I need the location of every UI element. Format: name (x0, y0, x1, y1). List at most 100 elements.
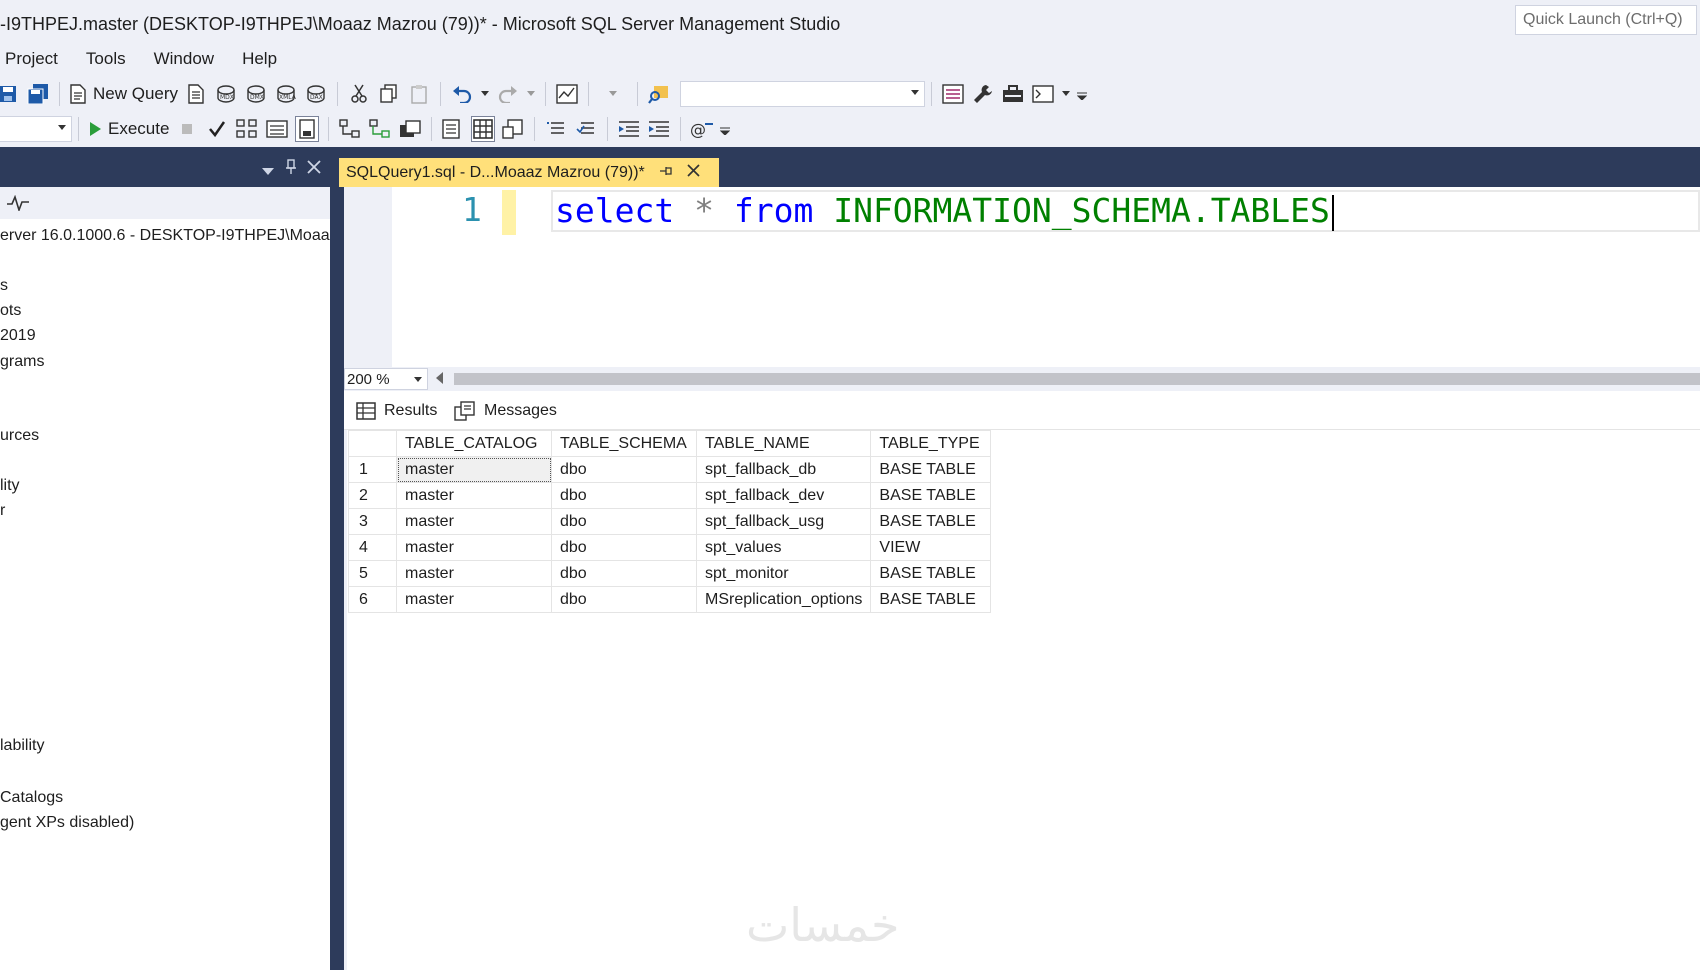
xmla-query-icon[interactable]: XMLA (274, 81, 298, 107)
menu-window[interactable]: Window (140, 49, 228, 69)
grid-cell[interactable]: MSreplication_options (695, 586, 872, 613)
toolbox-icon[interactable] (1001, 81, 1025, 107)
horizontal-scrollbar[interactable] (454, 373, 1700, 385)
column-header[interactable]: TABLE_CATALOG (396, 430, 552, 457)
increase-indent-icon[interactable] (647, 116, 671, 142)
copy-icon[interactable] (377, 81, 401, 107)
dax-query-icon[interactable]: DAX (304, 81, 328, 107)
grid-cell[interactable]: master (396, 534, 552, 561)
row-header-corner[interactable] (348, 430, 397, 457)
mdx-query-icon[interactable]: MDX (214, 81, 238, 107)
tab-sqlquery1[interactable]: SQLQuery1.sql - D...Moaaz Mazrou (79))* (339, 158, 719, 187)
menu-tools[interactable]: Tools (72, 49, 140, 69)
table-row[interactable]: 1 master dbo spt_fallback_db BASE TABLE (348, 456, 992, 483)
menu-project[interactable]: Project (0, 49, 72, 69)
grid-cell[interactable]: dbo (551, 534, 697, 561)
column-header[interactable]: TABLE_SCHEMA (551, 430, 697, 457)
tree-item[interactable]: s (0, 277, 8, 295)
undo-dropdown-icon[interactable] (480, 81, 490, 107)
row-number[interactable]: 1 (348, 456, 397, 483)
cut-icon[interactable] (347, 81, 371, 107)
close-tab-icon[interactable] (687, 163, 700, 182)
results-file-icon[interactable] (501, 116, 525, 142)
specify-values-icon[interactable]: @ (690, 116, 714, 142)
dmx-query-icon[interactable]: DMX (244, 81, 268, 107)
tree-item[interactable]: lability (0, 737, 44, 755)
menu-help[interactable]: Help (228, 49, 291, 69)
pin-icon[interactable] (285, 159, 297, 180)
scroll-left-icon[interactable] (436, 372, 443, 384)
grid-cell[interactable]: BASE TABLE (870, 456, 992, 483)
panel-dropdown-icon[interactable] (262, 163, 274, 181)
server-node[interactable]: erver 16.0.1000.6 - DESKTOP-I9THPEJ\Moaa (0, 227, 330, 245)
row-number[interactable]: 5 (348, 560, 397, 587)
table-row[interactable]: 6 master dbo MSreplication_options BASE … (348, 586, 992, 613)
row-number[interactable]: 2 (348, 482, 397, 509)
grid-cell[interactable]: dbo (551, 508, 697, 535)
grid-cell[interactable]: master (396, 456, 552, 483)
find-icon[interactable] (647, 81, 671, 107)
activity-monitor-icon[interactable] (6, 194, 30, 216)
query-options-icon[interactable] (265, 116, 289, 142)
paste-icon[interactable] (407, 81, 431, 107)
quick-launch-input[interactable] (1516, 6, 1696, 34)
redo-icon[interactable] (496, 81, 520, 107)
code-line[interactable]: select * from INFORMATION_SCHEMA.TABLES (555, 190, 1334, 232)
grid-cell[interactable]: BASE TABLE (870, 560, 992, 587)
activity-monitor-icon[interactable] (555, 81, 579, 107)
grid-cell[interactable]: spt_fallback_db (695, 456, 872, 483)
new-query-button[interactable]: New Query (69, 81, 178, 107)
grid-cell[interactable]: master (396, 586, 552, 613)
tree-item[interactable]: Catalogs (0, 789, 63, 807)
tree-item[interactable]: r (0, 502, 5, 520)
table-row[interactable]: 4 master dbo spt_values VIEW (348, 534, 992, 561)
client-stats-icon[interactable] (398, 116, 422, 142)
grid-cell[interactable]: spt_values (695, 534, 872, 561)
grid-cell[interactable]: dbo (551, 560, 697, 587)
grid-cell[interactable]: BASE TABLE (870, 586, 992, 613)
pin-tab-icon[interactable] (659, 164, 673, 182)
table-row[interactable]: 2 master dbo spt_fallback_dev BASE TABLE (348, 482, 992, 509)
grid-cell[interactable]: dbo (551, 586, 697, 613)
database-engine-query-icon[interactable] (184, 81, 208, 107)
tab-messages[interactable]: Messages (454, 397, 557, 425)
tree-item[interactable]: gent XPs disabled) (0, 814, 134, 832)
grid-cell[interactable]: dbo (551, 456, 697, 483)
table-row[interactable]: 3 master dbo spt_fallback_usg BASE TABLE (348, 508, 992, 535)
wrench-icon[interactable] (971, 81, 995, 107)
uncomment-icon[interactable] (574, 116, 598, 142)
toolbar-overflow-icon[interactable] (1077, 81, 1088, 107)
toolbar-overflow-icon[interactable] (720, 116, 731, 142)
quick-launch-box[interactable] (1515, 5, 1697, 35)
estimated-plan-icon[interactable] (235, 116, 259, 142)
grid-cell[interactable]: spt_monitor (695, 560, 872, 587)
grid-cell[interactable]: BASE TABLE (870, 508, 992, 535)
panel-splitter[interactable] (330, 147, 344, 970)
tree-item[interactable]: 2019 (0, 327, 36, 345)
row-number[interactable]: 3 (348, 508, 397, 535)
actual-plan-icon[interactable] (338, 116, 362, 142)
stop-icon[interactable] (175, 116, 199, 142)
command-window-icon[interactable] (1031, 81, 1055, 107)
tree-item[interactable]: ots (0, 302, 21, 320)
results-text-icon[interactable] (441, 116, 465, 142)
tab-results[interactable]: Results (356, 397, 437, 425)
save-icon[interactable] (0, 81, 20, 107)
column-header[interactable]: TABLE_NAME (695, 430, 872, 457)
intellisense-icon[interactable] (295, 116, 320, 142)
tree-item[interactable]: urces (0, 427, 39, 445)
zoom-combo[interactable]: 200 % (344, 368, 428, 390)
parse-check-icon[interactable] (205, 116, 229, 142)
decrease-indent-icon[interactable] (617, 116, 641, 142)
tree-item[interactable]: lity (0, 477, 20, 495)
table-row[interactable]: 5 master dbo spt_monitor BASE TABLE (348, 560, 992, 587)
find-combo[interactable] (680, 81, 926, 107)
redo-dropdown-icon[interactable] (526, 81, 536, 107)
grid-cell[interactable]: spt_fallback_dev (695, 482, 872, 509)
execute-button[interactable]: Execute (88, 116, 169, 142)
properties-icon[interactable] (941, 81, 965, 107)
grid-cell[interactable]: master (396, 508, 552, 535)
row-number[interactable]: 4 (348, 534, 397, 561)
undo-icon[interactable] (450, 81, 474, 107)
grid-cell[interactable]: spt_fallback_usg (695, 508, 872, 535)
